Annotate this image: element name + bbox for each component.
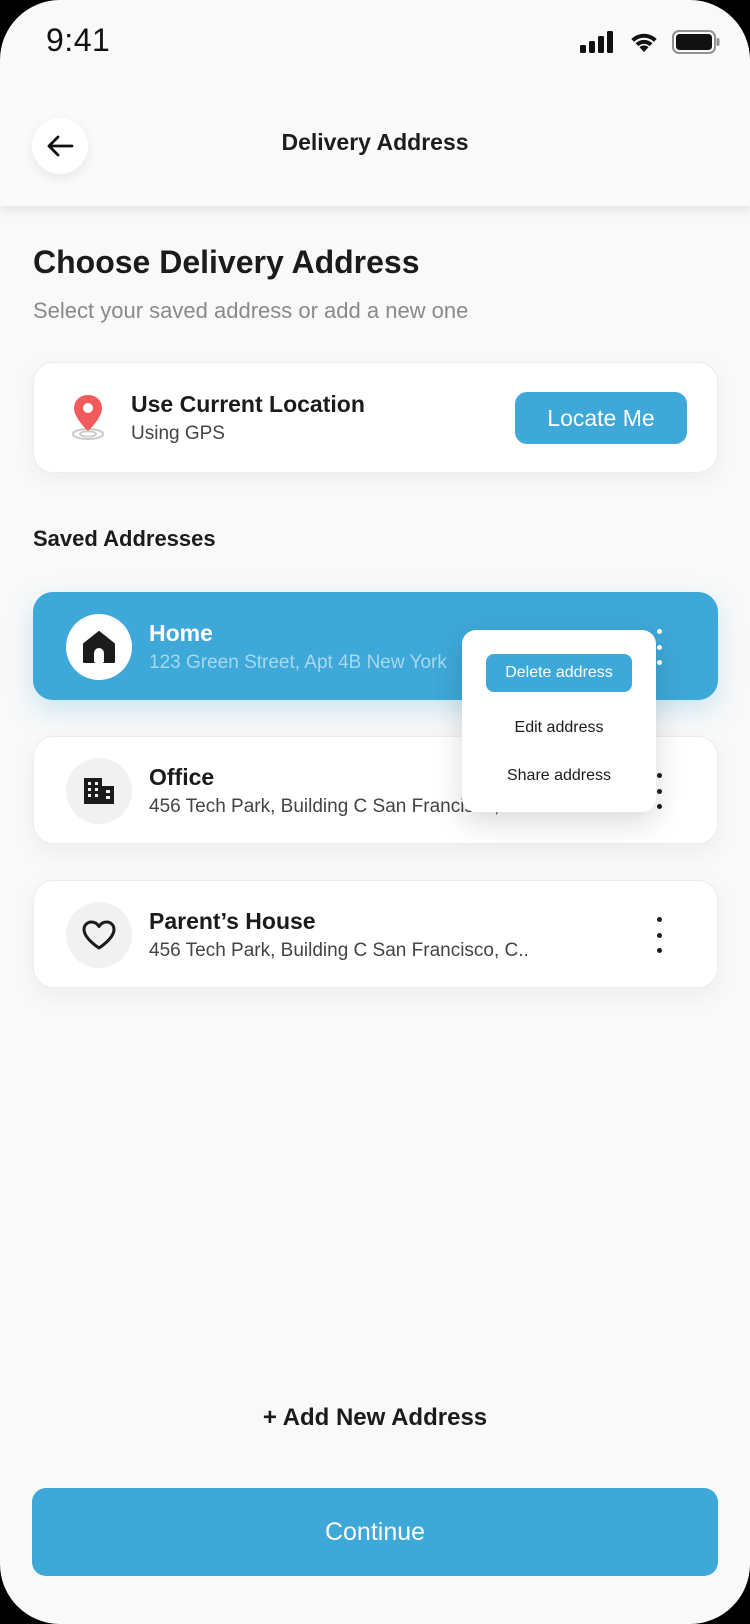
- menu-item-share-address[interactable]: Share address: [462, 767, 656, 785]
- wifi-icon: [631, 33, 657, 52]
- status-bar: 9:41: [0, 0, 750, 84]
- page-subtitle: Select your saved address or add a new o…: [33, 298, 469, 323]
- continue-button[interactable]: Continue: [32, 1488, 718, 1576]
- battery-icon: [672, 30, 720, 54]
- current-location-title: Use Current Location: [131, 391, 365, 417]
- address-icon-badge: [66, 902, 132, 968]
- address-options-menu: Delete address Edit address Share addres…: [462, 630, 656, 812]
- address-name: Office: [149, 764, 215, 790]
- status-time: 9:41: [46, 22, 111, 58]
- more-options-icon[interactable]: [650, 917, 668, 953]
- map-pin-icon: [72, 395, 104, 440]
- menu-item-delete-address[interactable]: Delete address: [486, 654, 632, 692]
- locate-me-button[interactable]: Locate Me: [515, 392, 687, 444]
- saved-addresses-heading: Saved Addresses: [33, 526, 216, 551]
- address-line: 456 Tech Park, Building C San Francisco,…: [149, 940, 529, 961]
- menu-item-edit-address[interactable]: Edit address: [462, 719, 656, 737]
- header-title: Delivery Address: [281, 129, 469, 155]
- address-icon-badge: [66, 758, 132, 824]
- address-name: Parent’s House: [149, 908, 316, 934]
- building-icon: [84, 778, 114, 804]
- add-new-address-link[interactable]: + Add New Address: [0, 1404, 750, 1432]
- status-icons: [580, 30, 720, 54]
- current-location-card[interactable]: Use Current Location Using GPS Locate Me: [33, 362, 718, 473]
- page-title: Choose Delivery Address: [33, 244, 420, 280]
- address-icon-badge: [66, 614, 132, 680]
- app-header: Delivery Address: [0, 84, 750, 206]
- signal-icon: [580, 31, 613, 53]
- heart-icon: [82, 920, 116, 950]
- address-card-parents-house[interactable]: Parent’s House 456 Tech Park, Building C…: [33, 880, 718, 988]
- phone-screen: 9:41 Delivery Address Choose Delivery Ad…: [0, 0, 750, 1624]
- address-name: Home: [149, 620, 213, 646]
- home-icon: [83, 631, 115, 663]
- current-location-subtitle: Using GPS: [131, 423, 225, 444]
